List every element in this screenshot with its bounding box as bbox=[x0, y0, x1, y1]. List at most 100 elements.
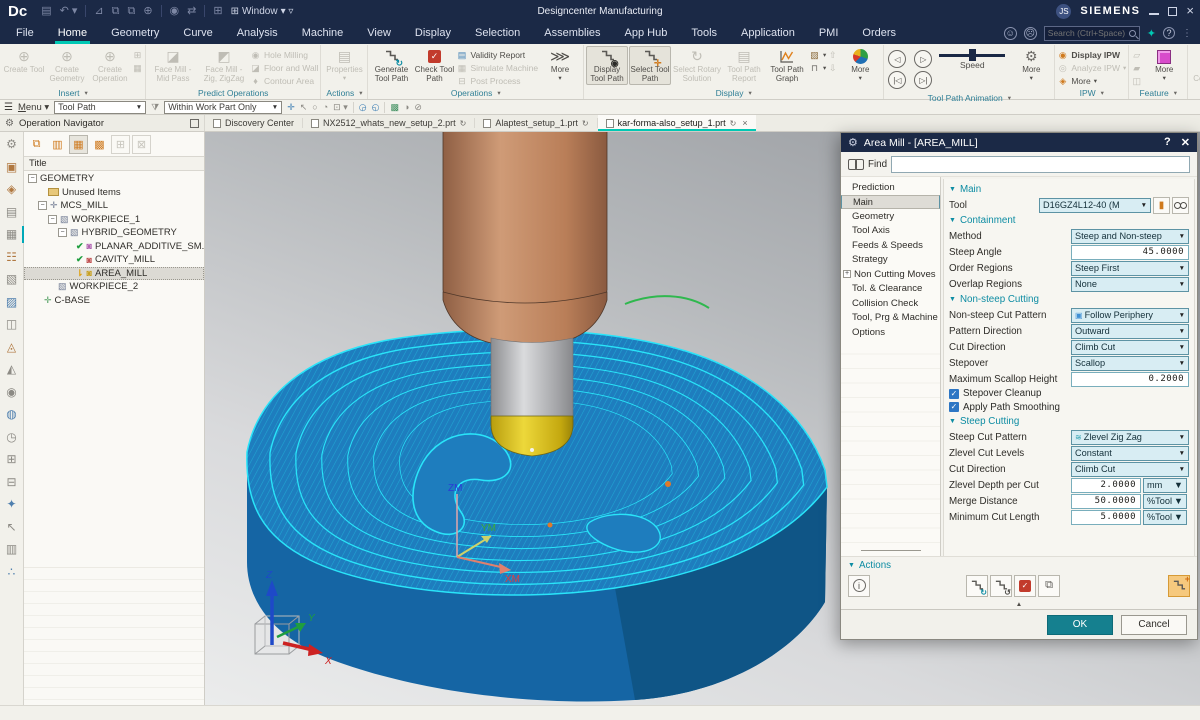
menu-tab-analysis[interactable]: Analysis bbox=[225, 22, 290, 44]
select-tool-path-button[interactable]: ✛ Select Tool Path bbox=[629, 46, 671, 85]
cut-icon[interactable]: ⊿ bbox=[94, 6, 103, 17]
command-search[interactable] bbox=[1044, 26, 1140, 41]
roles-gear-icon[interactable]: ⚙ bbox=[6, 137, 17, 151]
find-input[interactable] bbox=[891, 156, 1190, 173]
checkbox-checked-icon[interactable]: ✓ bbox=[949, 389, 959, 399]
insert-extra-icon[interactable]: ⊞ bbox=[132, 49, 143, 61]
system-tools-icon[interactable]: ⊞ bbox=[6, 452, 16, 466]
program-view-icon[interactable]: ▧ bbox=[6, 272, 17, 286]
menu-tab-home[interactable]: Home bbox=[46, 22, 99, 44]
merge-distance-input[interactable]: 50.0000 bbox=[1071, 494, 1141, 509]
history-icon[interactable]: ◍ bbox=[6, 407, 16, 421]
analyze-ipw-button[interactable]: ◎Analyze IPW▾ bbox=[1057, 62, 1126, 74]
speed-slider[interactable]: Speed bbox=[935, 46, 1009, 70]
geometry-view-icon[interactable]: ▨ bbox=[6, 295, 17, 309]
find-object-button[interactable]: ⊞ bbox=[111, 135, 130, 154]
select-face-icon[interactable]: ◔ bbox=[323, 102, 328, 112]
section-containment[interactable]: ▼Containment bbox=[949, 213, 1189, 228]
undo-icon[interactable]: ↶ ▾ bbox=[60, 6, 78, 17]
panel-gear-icon[interactable]: ⚙ bbox=[5, 118, 14, 129]
display-tool-icon[interactable]: ⊓▾ bbox=[809, 62, 826, 74]
tree-item-area-mill[interactable]: ⇂ ◙ AREA_MILL bbox=[24, 267, 204, 281]
validity-report-button[interactable]: ▤Validity Report bbox=[456, 49, 538, 61]
operations-more-button[interactable]: ⋙ More ▾ bbox=[539, 46, 581, 83]
selection-scope-select[interactable]: Within Work Part Only▼ bbox=[164, 101, 282, 114]
menu-tab-pmi[interactable]: PMI bbox=[807, 22, 851, 44]
tool-view-icon[interactable]: ◫ bbox=[6, 317, 17, 331]
nav-item-strategy[interactable]: Strategy bbox=[841, 253, 940, 268]
nav-item-tool-prg-machine[interactable]: Tool, Prg & Machine Contr bbox=[841, 311, 940, 326]
view-filter-select[interactable]: Tool Path▼ bbox=[54, 101, 146, 114]
generate-tool-path-button[interactable]: ↻ Generate Tool Path bbox=[370, 46, 412, 85]
hole-milling-button[interactable]: ◉Hole Milling bbox=[250, 49, 318, 61]
menu-tab-machine[interactable]: Machine bbox=[290, 22, 356, 44]
sync-icon[interactable]: ⇄ bbox=[187, 6, 196, 17]
non-steep-cut-pattern-select[interactable]: ▣Follow Periphery▼ bbox=[1071, 308, 1189, 323]
display-option-icon[interactable]: ▨▾ bbox=[809, 49, 826, 61]
arrow-up-icon[interactable]: ⇧ bbox=[827, 49, 838, 61]
properties-button[interactable]: ▤ Properties ▾ bbox=[323, 46, 365, 83]
tree-item-workpiece-2[interactable]: ▧ WORKPIECE_2 bbox=[24, 280, 204, 294]
face-mill-zigzag-button[interactable]: ◩ Face Mill - Zig, ZigZag bbox=[199, 46, 249, 85]
minimize-button[interactable] bbox=[1149, 7, 1159, 15]
feature-icon-1[interactable]: ▱ bbox=[1131, 49, 1142, 61]
create-geometry-button[interactable]: ⊕ Create Geometry bbox=[46, 46, 88, 85]
display-tool-path-button[interactable]: ◉ Display Tool Path bbox=[586, 46, 628, 85]
cut-direction-select[interactable]: Climb Cut▼ bbox=[1071, 340, 1189, 355]
menu-tab-orders[interactable]: Orders bbox=[850, 22, 908, 44]
dialog-title-bar[interactable]: ⚙ Area Mill - [AREA_MILL] ? ✕ bbox=[841, 133, 1197, 152]
verify-button[interactable]: ✓ bbox=[1014, 575, 1036, 597]
tool-path-graph-button[interactable]: Tool Path Graph bbox=[766, 46, 808, 85]
speed-thumb[interactable] bbox=[969, 49, 976, 61]
tab-nx2512-whats-new[interactable]: NX2512_whats_new_setup_2.prt ↻ bbox=[303, 115, 474, 131]
face-mill-mid-pass-button[interactable]: ◪ Face Mill - Mid Pass bbox=[148, 46, 198, 85]
overlap-regions-select[interactable]: None▼ bbox=[1071, 277, 1189, 292]
merge-distance-unit-select[interactable]: %Tool▼ bbox=[1143, 494, 1187, 509]
touch-icon[interactable]: ⊕ bbox=[143, 6, 152, 17]
pattern-direction-select[interactable]: Outward▼ bbox=[1071, 324, 1189, 339]
section-non-steep-cutting[interactable]: ▼Non-steep Cutting bbox=[949, 292, 1189, 307]
nav-item-feeds-speeds[interactable]: Feeds & Speeds bbox=[841, 238, 940, 253]
zlevel-cut-levels-select[interactable]: Constant▼ bbox=[1071, 446, 1189, 461]
tab-discovery-center[interactable]: Discovery Center bbox=[205, 115, 302, 131]
tab-alaptest-setup[interactable]: Alaptest_setup_1.prt ↻ bbox=[475, 115, 596, 131]
menu-dropdown[interactable]: Menu ▾ bbox=[18, 102, 49, 113]
edit-tool-button[interactable]: ▮ bbox=[1153, 197, 1170, 214]
nav-item-options[interactable]: Options bbox=[841, 325, 940, 340]
menu-tab-geometry[interactable]: Geometry bbox=[99, 22, 171, 44]
insert-extra2-icon[interactable]: ▦ bbox=[132, 62, 143, 74]
dialog-close-icon[interactable]: ✕ bbox=[1181, 136, 1190, 149]
select-rotary-solution-button[interactable]: ↻ Select Rotary Solution bbox=[672, 46, 722, 85]
tab-kar-forma-also-setup[interactable]: kar-forma-also_setup_1.prt ↻ × bbox=[598, 115, 756, 131]
display-tool-button[interactable] bbox=[1172, 197, 1189, 214]
select-circle-icon[interactable]: ○ bbox=[312, 102, 317, 112]
nav-item-collision-check[interactable]: Collision Check bbox=[841, 296, 940, 311]
post-configurator-button[interactable]: ⊟⊞ Post Configurator ▾ bbox=[1190, 46, 1200, 92]
save-icon[interactable]: ▤ bbox=[41, 6, 51, 17]
cancel-button[interactable]: Cancel bbox=[1121, 615, 1187, 635]
tree-item-hybrid-geometry[interactable]: − ▧ HYBRID_GEOMETRY bbox=[24, 226, 204, 240]
skip-end-button[interactable]: ▷| bbox=[914, 71, 932, 89]
menu-hamburger-icon[interactable]: ☰ bbox=[4, 102, 13, 113]
contour-area-button[interactable]: ♦Contour Area bbox=[250, 75, 318, 87]
check-tool-path-button[interactable]: ✓ Check Tool Path bbox=[413, 46, 455, 85]
tool-path-report-button[interactable]: ▤ Tool Path Report bbox=[723, 46, 765, 85]
refresh-icon[interactable]: ↻ bbox=[460, 119, 467, 128]
reuse-library-icon[interactable]: ◬ bbox=[7, 340, 16, 354]
nav-resize-grip[interactable] bbox=[841, 544, 940, 556]
layout-icon[interactable]: ⊞ bbox=[213, 6, 222, 17]
machine-tool-view-button[interactable]: ▥ bbox=[48, 135, 67, 154]
program-order-view-button[interactable]: ⧉ bbox=[27, 135, 46, 154]
feedback-negative-icon[interactable]: ☹ bbox=[1024, 27, 1037, 40]
ok-button[interactable]: OK bbox=[1047, 615, 1113, 635]
zlevel-depth-unit-select[interactable]: mm▼ bbox=[1143, 478, 1187, 493]
snap-point-icon[interactable]: ✛ bbox=[287, 102, 295, 113]
collapse-icon[interactable]: − bbox=[48, 215, 57, 224]
animation-more-button[interactable]: ⚙ More ▾ bbox=[1010, 46, 1052, 83]
nav-item-prediction[interactable]: Prediction bbox=[841, 180, 940, 195]
close-button[interactable]: × bbox=[1186, 6, 1194, 16]
show-hide-icon[interactable]: ▩ bbox=[390, 102, 399, 113]
tree-item-planar-additive[interactable]: ✔ ◙ PLANAR_ADDITIVE_SM... bbox=[24, 240, 204, 254]
menu-tab-selection[interactable]: Selection bbox=[463, 22, 532, 44]
collapse-icon[interactable]: − bbox=[58, 228, 67, 237]
